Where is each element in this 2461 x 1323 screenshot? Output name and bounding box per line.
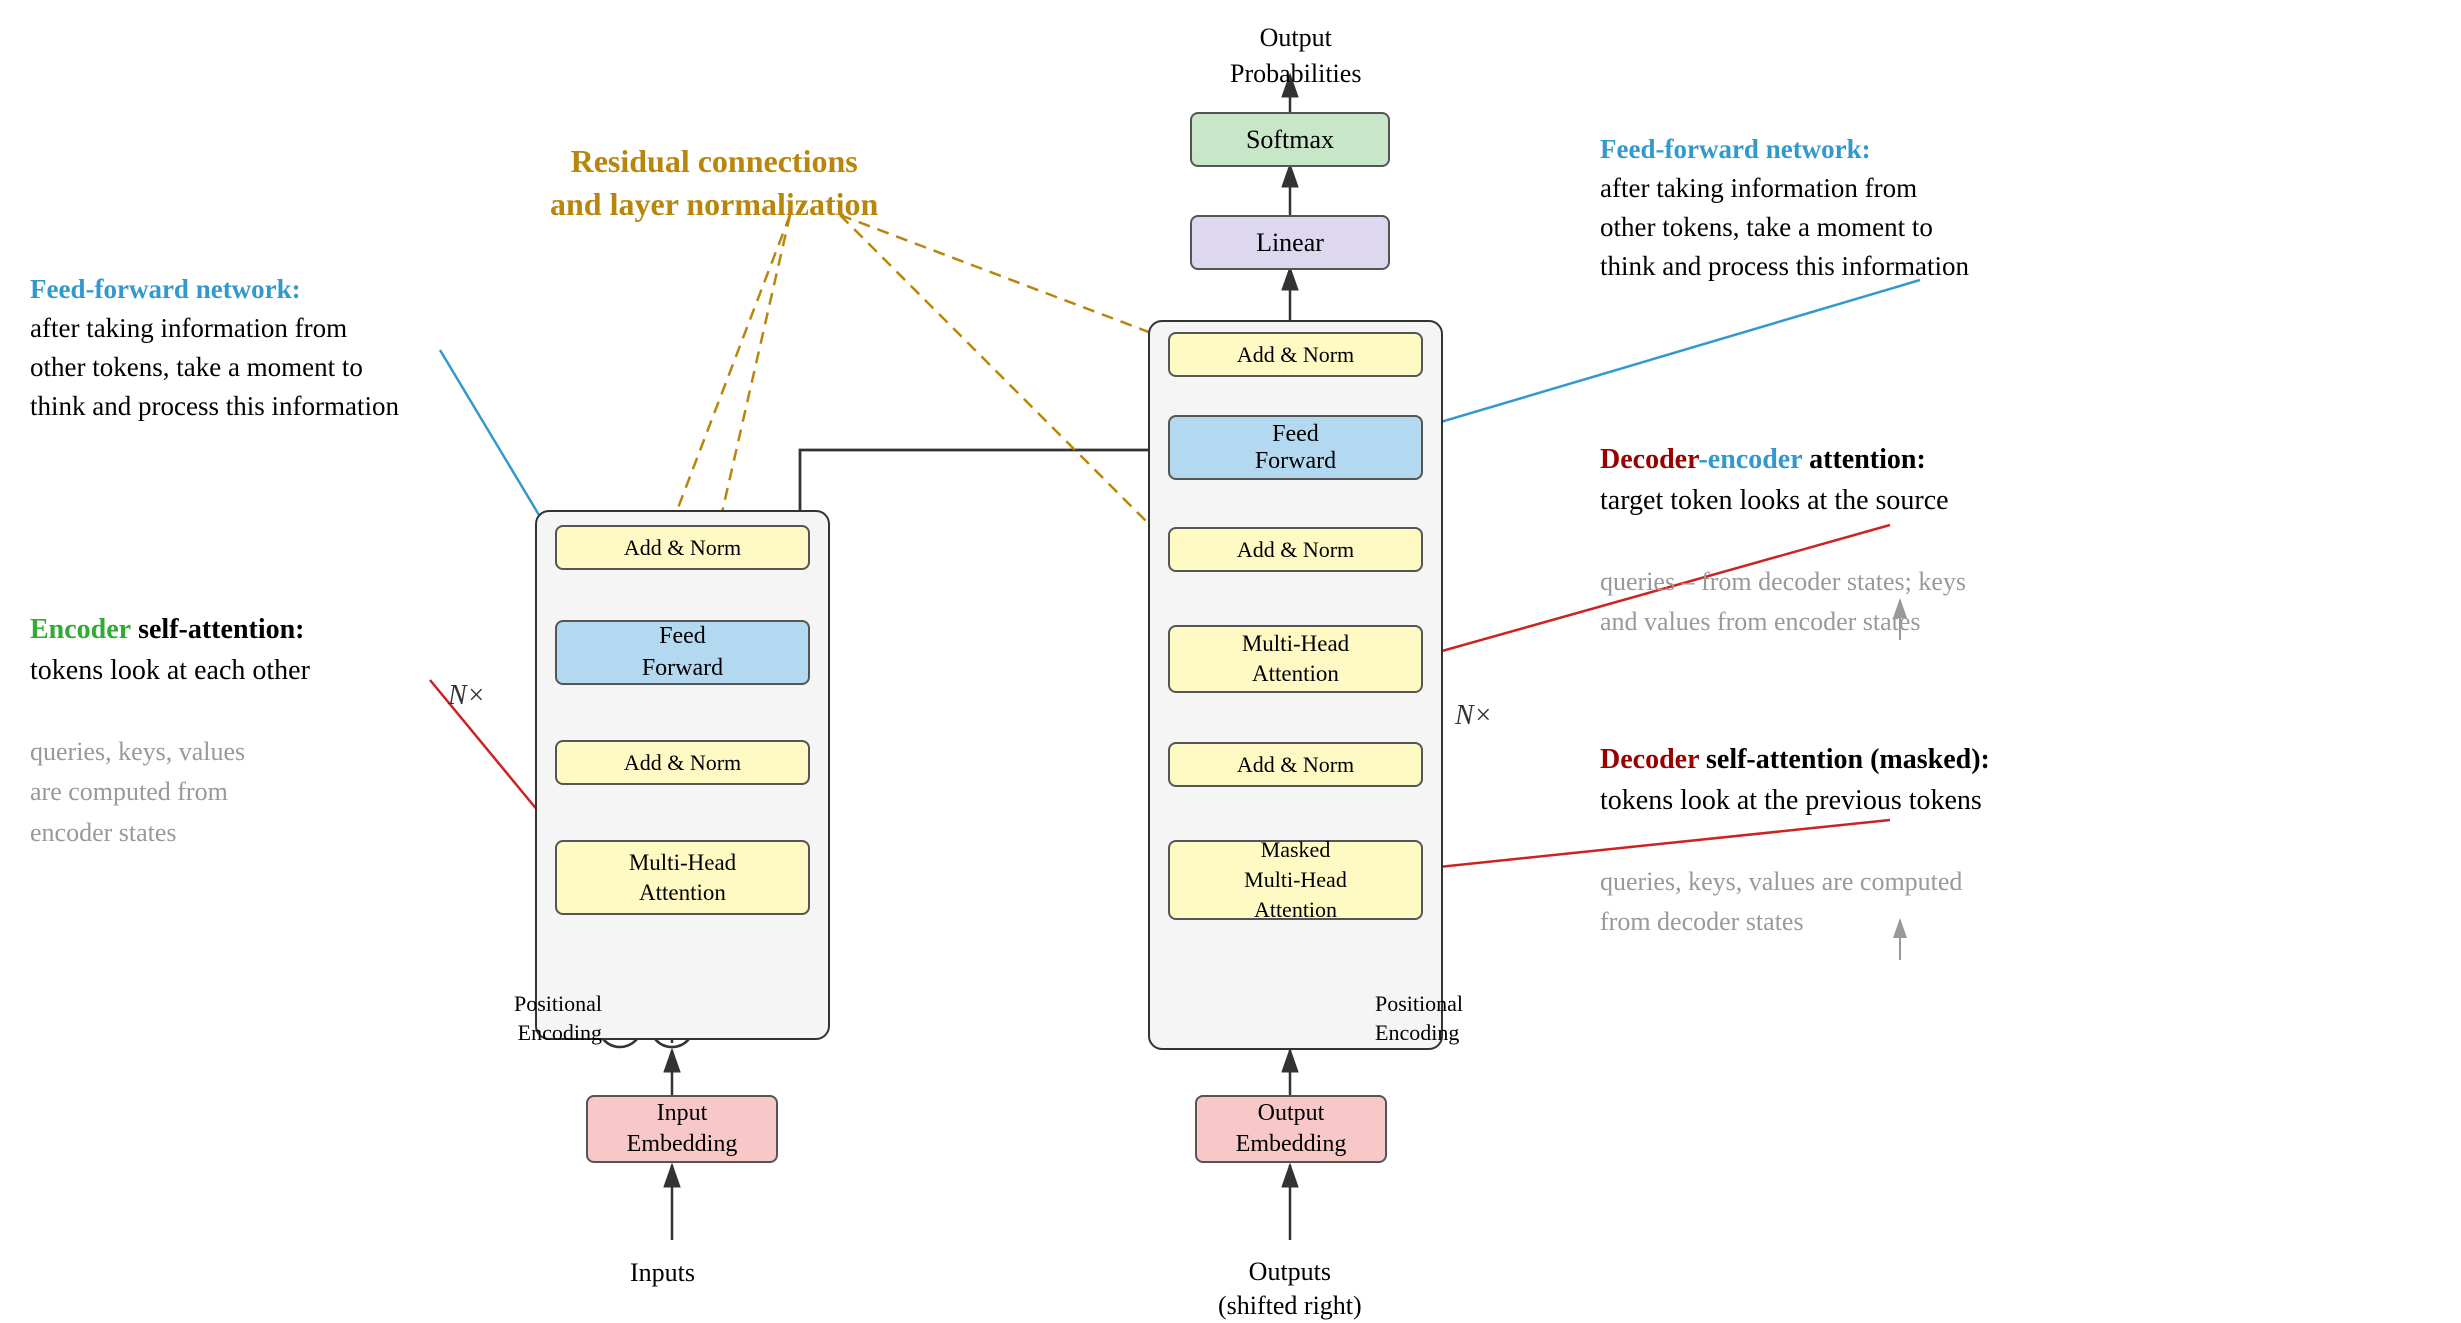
- enc-feed-forward-box: FeedForward: [555, 620, 810, 685]
- input-embedding-box: InputEmbedding: [586, 1095, 778, 1163]
- dec-add-norm1-box: Add & Norm: [1168, 742, 1423, 787]
- output-probs-label: OutputProbabilities: [1230, 20, 1361, 93]
- inputs-label: Inputs: [630, 1255, 695, 1291]
- enc-add-norm2-box: Add & Norm: [555, 525, 810, 570]
- softmax-box: Softmax: [1190, 112, 1390, 167]
- pos-enc-left-label: PositionalEncoding: [492, 990, 602, 1047]
- dec-ff-annotation: Feed-forward network: after taking infor…: [1600, 130, 1969, 287]
- dec-self-attn-annotation: Decoder self-attention (masked): tokens …: [1600, 740, 1990, 943]
- enc-nx-label: N×: [448, 680, 486, 712]
- dec-nx-label: N×: [1455, 700, 1493, 732]
- enc-add-norm1-box: Add & Norm: [555, 740, 810, 785]
- enc-multi-head-box: Multi-HeadAttention: [555, 840, 810, 915]
- dec-cross-attn-box: Multi-HeadAttention: [1168, 625, 1423, 693]
- diagram-container: OutputProbabilities Softmax Linear Add &…: [0, 0, 2461, 1310]
- dec-cross-attn-annotation: Decoder-encoder attention: target token …: [1600, 440, 1966, 643]
- pos-enc-right-label: PositionalEncoding: [1375, 990, 1495, 1047]
- dec-add-norm3-box: Add & Norm: [1168, 332, 1423, 377]
- enc-ff-annotation: Feed-forward network: after taking infor…: [30, 270, 399, 427]
- dec-masked-box: MaskedMulti-HeadAttention: [1168, 840, 1423, 920]
- outputs-label: Outputs(shifted right): [1218, 1255, 1362, 1323]
- dec-feed-forward-box: FeedForward: [1168, 415, 1423, 480]
- dec-add-norm2-box: Add & Norm: [1168, 527, 1423, 572]
- residual-annotation: Residual connectionsand layer normalizat…: [550, 140, 878, 226]
- output-embedding-box: OutputEmbedding: [1195, 1095, 1387, 1163]
- enc-self-attn-annotation: Encoder self-attention: tokens look at e…: [30, 610, 310, 854]
- linear-box: Linear: [1190, 215, 1390, 270]
